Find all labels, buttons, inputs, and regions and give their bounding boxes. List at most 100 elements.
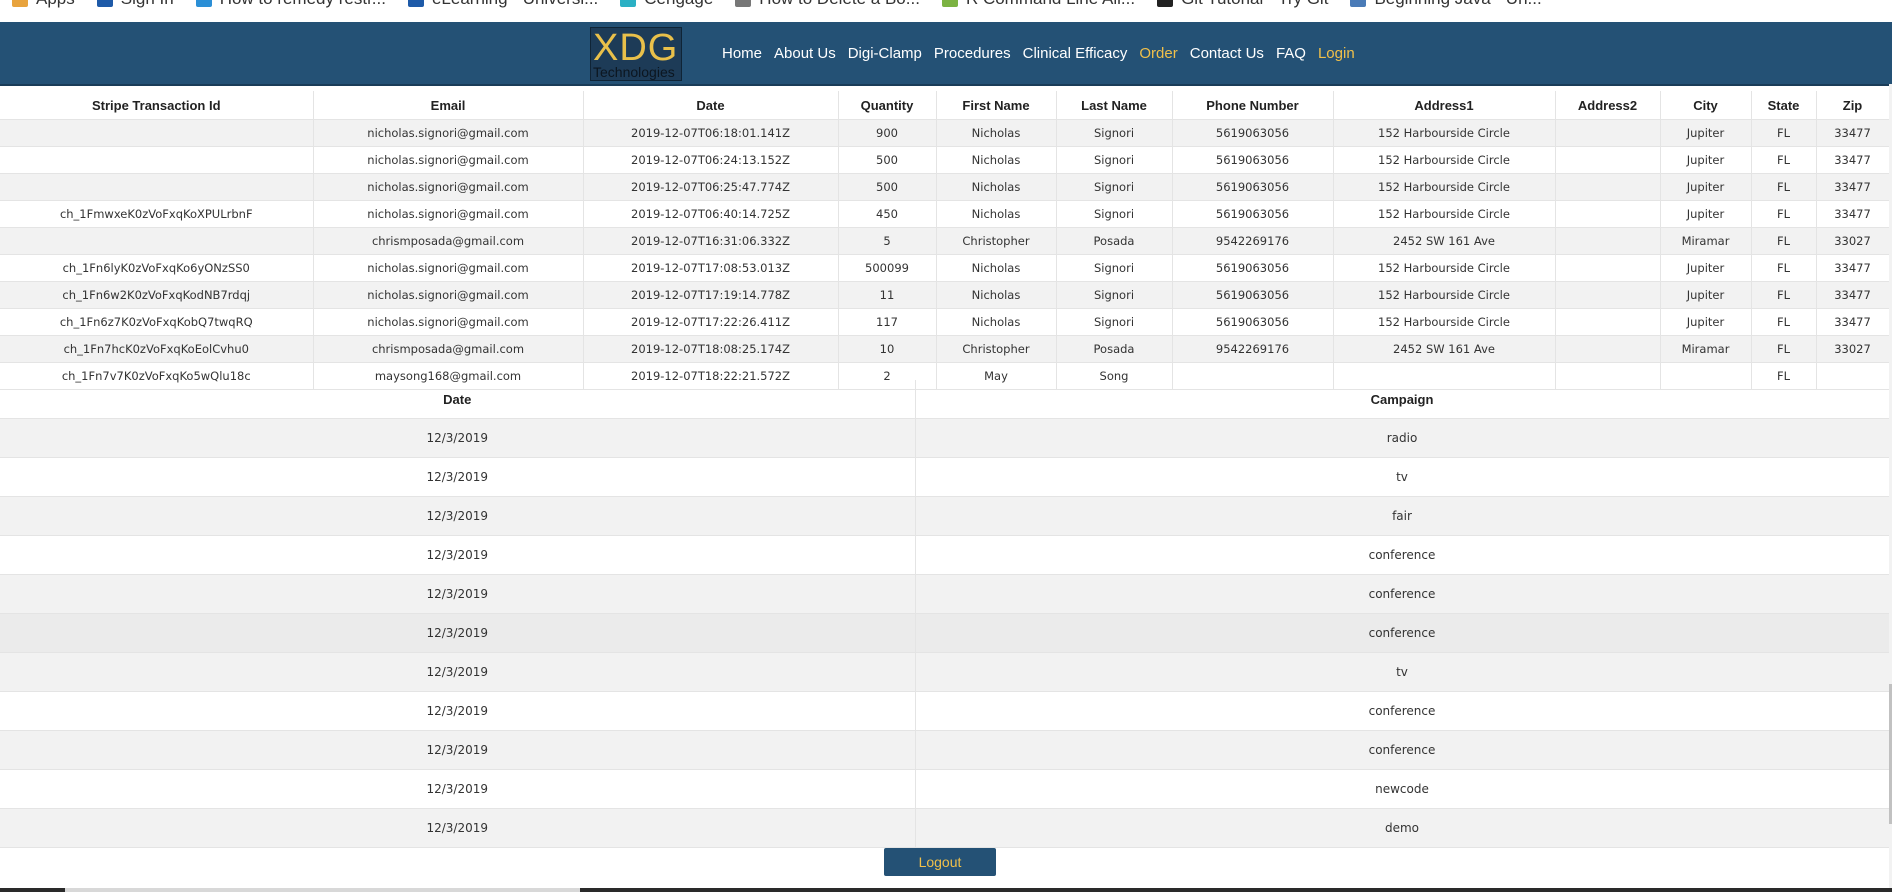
- table-cell: 33027: [1816, 335, 1890, 363]
- bookmark-label: Apps: [36, 0, 75, 9]
- clock-icon: [735, 0, 752, 7]
- table-cell: 152 Harbourside Circle: [1333, 146, 1556, 174]
- bookmark-item[interactable]: Beginning Java - Un...: [1350, 0, 1542, 9]
- orders-column-header[interactable]: First Name: [936, 91, 1057, 120]
- orders-column-header[interactable]: State: [1751, 91, 1817, 120]
- table-cell: 12/3/2019: [0, 691, 916, 731]
- table-cell: 5619063056: [1172, 146, 1334, 174]
- orders-column-header[interactable]: Phone Number: [1172, 91, 1334, 120]
- table-cell: FL: [1751, 335, 1817, 363]
- table-cell: Signori: [1056, 308, 1173, 336]
- campaigns-column-header[interactable]: Date: [0, 380, 916, 419]
- table-cell: tv: [915, 457, 1890, 497]
- table-cell: [1555, 146, 1661, 174]
- table-cell: Jupiter: [1660, 308, 1752, 336]
- xdg-logo[interactable]: XDG Technologies: [590, 27, 682, 81]
- table-cell: 12/3/2019: [0, 652, 916, 692]
- table-cell: 2019-12-07T17:22:26.411Z: [583, 308, 839, 336]
- table-cell: chrismposada@gmail.com: [313, 227, 584, 255]
- bookmark-label: Sign In: [121, 0, 174, 9]
- table-cell: 12/3/2019: [0, 769, 916, 809]
- bookmark-item[interactable]: Apps: [12, 0, 75, 9]
- bookmark-label: How to remedy restr...: [220, 0, 386, 9]
- table-cell: 2019-12-07T06:24:13.152Z: [583, 146, 839, 174]
- orders-column-header[interactable]: Email: [313, 91, 584, 120]
- github-icon: [1157, 0, 1174, 7]
- table-cell: radio: [915, 418, 1890, 458]
- table-cell: [0, 146, 314, 174]
- table-row: 12/3/2019 conference: [0, 730, 1890, 770]
- orders-column-header[interactable]: Stripe Transaction Id: [0, 91, 314, 120]
- campaigns-table: Date Campaign 12/3/2019 radio 12/3/2019 tv 12…: [0, 380, 1890, 848]
- bookmark-item[interactable]: Git Tutorial - Try Git: [1157, 0, 1328, 9]
- bookmark-label: Git Tutorial - Try Git: [1181, 0, 1328, 9]
- table-row: 12/3/2019 conference: [0, 613, 1890, 653]
- nav-link-home[interactable]: Home: [722, 45, 762, 62]
- table-cell: FL: [1751, 119, 1817, 147]
- table-cell: FL: [1751, 308, 1817, 336]
- table-row: 12/3/2019 conference: [0, 691, 1890, 731]
- nav-link-about-us[interactable]: About Us: [774, 45, 836, 62]
- nav-link-contact-us[interactable]: Contact Us: [1190, 45, 1264, 62]
- table-cell: 12/3/2019: [0, 808, 916, 848]
- table-row: nicholas.signori@gmail.com 2019-12-07T06:…: [0, 173, 1890, 201]
- orders-column-header[interactable]: Last Name: [1056, 91, 1173, 120]
- table-cell: 2452 SW 161 Ave: [1333, 335, 1556, 363]
- nav-link-order[interactable]: Order: [1139, 45, 1177, 62]
- table-cell: Miramar: [1660, 335, 1752, 363]
- orders-column-header[interactable]: Address2: [1555, 91, 1661, 120]
- table-cell: chrismposada@gmail.com: [313, 335, 584, 363]
- nav-link-login[interactable]: Login: [1318, 45, 1355, 62]
- table-cell: 33477: [1816, 254, 1890, 282]
- table-cell: 12/3/2019: [0, 730, 916, 770]
- table-cell: [1555, 335, 1661, 363]
- orders-column-header[interactable]: City: [1660, 91, 1752, 120]
- nav-link-procedures[interactable]: Procedures: [934, 45, 1011, 62]
- table-row: 12/3/2019 newcode: [0, 769, 1890, 809]
- table-cell: conference: [915, 691, 1890, 731]
- bookmark-item[interactable]: Cengage: [620, 0, 713, 9]
- bookmark-item[interactable]: eLearning - Universi...: [407, 0, 598, 9]
- table-cell: 5619063056: [1172, 119, 1334, 147]
- orders-column-header[interactable]: Date: [583, 91, 839, 120]
- bookmark-item[interactable]: Sign In: [96, 0, 174, 9]
- windows-icon: [195, 0, 212, 7]
- logout-button[interactable]: Logout: [884, 848, 996, 876]
- bookmarks-bar: Apps Sign In How to remedy restr... eLearni…: [0, 0, 1892, 10]
- nav-links: Home About Us Digi-Clamp Procedures Clinical…: [722, 22, 1355, 84]
- table-cell: ch_1Fn6lyK0zVoFxqKo6yONzSS0: [0, 254, 314, 282]
- table-cell: 33477: [1816, 308, 1890, 336]
- campaigns-column-header[interactable]: Campaign: [915, 380, 1890, 419]
- table-row: nicholas.signori@gmail.com 2019-12-07T06:…: [0, 119, 1890, 147]
- nav-link-clinical-efficacy[interactable]: Clinical Efficacy: [1023, 45, 1128, 62]
- table-row: ch_1Fn7hcK0zVoFxqKoEolCvhu0 chrismposada@…: [0, 335, 1890, 363]
- orders-column-header[interactable]: Address1: [1333, 91, 1556, 120]
- bookmark-item[interactable]: How to remedy restr...: [195, 0, 386, 9]
- bookmark-item[interactable]: R Command Line All...: [941, 0, 1135, 9]
- table-cell: Signori: [1056, 119, 1173, 147]
- table-row: ch_1FmwxeK0zVoFxqKoXPULrbnF nicholas.sign…: [0, 200, 1890, 228]
- orders-column-header[interactable]: Zip: [1816, 91, 1890, 120]
- table-cell: 900: [838, 119, 937, 147]
- table-cell: 500: [838, 173, 937, 201]
- table-cell: Nicholas: [936, 281, 1057, 309]
- table-cell: Christopher: [936, 227, 1057, 255]
- table-row: 12/3/2019 conference: [0, 535, 1890, 575]
- table-cell: ch_1Fn6w2K0zVoFxqKodNB7rdqj: [0, 281, 314, 309]
- sign-in-icon: [96, 0, 113, 7]
- table-cell: [1555, 254, 1661, 282]
- bookmark-item[interactable]: How to Delete a Bo...: [735, 0, 920, 9]
- apps-grid-icon: [12, 0, 28, 7]
- table-cell: Christopher: [936, 335, 1057, 363]
- orders-column-header[interactable]: Quantity: [838, 91, 937, 120]
- table-cell: 33477: [1816, 173, 1890, 201]
- table-row: ch_1Fn6w2K0zVoFxqKodNB7rdqj nicholas.sign…: [0, 281, 1890, 309]
- table-cell: demo: [915, 808, 1890, 848]
- nav-link-digi-clamp[interactable]: Digi-Clamp: [848, 45, 922, 62]
- table-cell: Nicholas: [936, 146, 1057, 174]
- table-cell: Signori: [1056, 281, 1173, 309]
- table-cell: 33477: [1816, 146, 1890, 174]
- nav-link-faq[interactable]: FAQ: [1276, 45, 1306, 62]
- table-cell: FL: [1751, 146, 1817, 174]
- table-cell: ch_1Fn7hcK0zVoFxqKoEolCvhu0: [0, 335, 314, 363]
